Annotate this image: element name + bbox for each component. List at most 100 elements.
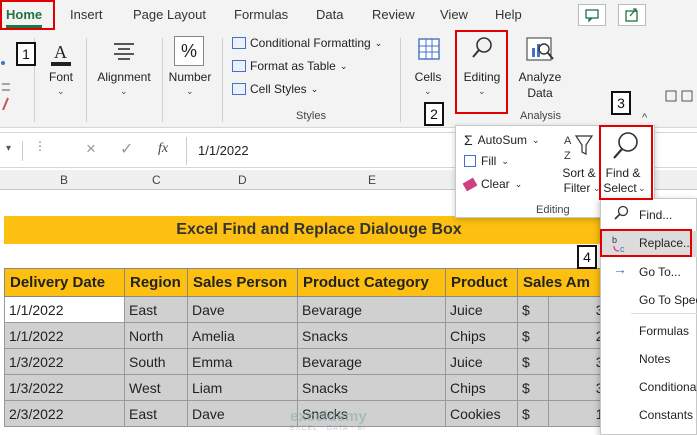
menu-item-go-to[interactable]: Go To... xyxy=(639,265,681,279)
cell-sales-person[interactable]: Amelia xyxy=(187,322,298,349)
enter-icon[interactable]: ✓ xyxy=(120,139,133,159)
tab-review[interactable]: Review xyxy=(372,7,415,22)
cell-region[interactable]: North xyxy=(124,322,188,349)
cell-sales-person[interactable]: Dave xyxy=(187,296,298,323)
cell-sales-person[interactable]: Dave xyxy=(187,400,298,427)
menu-item-constants[interactable]: Constants xyxy=(639,408,693,422)
cell-category[interactable]: Snacks xyxy=(297,322,446,349)
header-region[interactable]: Region xyxy=(124,268,188,297)
cell-product[interactable]: Juice xyxy=(445,348,518,375)
separator xyxy=(186,137,187,165)
table-row: 1/1/2022 North Amelia Snacks Chips $ 245… xyxy=(4,322,629,349)
cell-currency[interactable]: $ xyxy=(517,348,549,375)
cell-product[interactable]: Chips xyxy=(445,374,518,401)
exceldemy-watermark: exceldemy EXCEL · DATA · BI xyxy=(290,408,367,432)
sort-filter-line2[interactable]: Filter xyxy=(559,181,595,195)
menu-item-formulas[interactable]: Formulas xyxy=(639,324,689,338)
cell-product[interactable]: Chips xyxy=(445,322,518,349)
sort-filter-line1[interactable]: Sort & xyxy=(561,166,597,180)
menu-item-conditional-formatting[interactable]: Conditional xyxy=(639,380,697,394)
cell-region[interactable]: East xyxy=(124,400,188,427)
insert-function-icon[interactable]: fx xyxy=(158,141,168,157)
formula-input[interactable]: 1/1/2022 xyxy=(198,143,249,158)
tab-view[interactable]: View xyxy=(440,7,468,22)
step-badge-4: 4 xyxy=(577,245,597,269)
cell-currency[interactable]: $ xyxy=(517,400,549,427)
styles-group-label: Styles xyxy=(296,110,326,122)
font-button[interactable]: Font xyxy=(44,70,78,84)
header-product-category[interactable]: Product Category xyxy=(297,268,446,297)
format-as-table-button[interactable]: Format as Table ⌄ xyxy=(232,59,347,73)
cell-category[interactable]: Bevarage xyxy=(297,296,446,323)
name-box-dropdown-icon[interactable]: ▾ xyxy=(6,143,11,154)
cell-sales-person[interactable]: Emma xyxy=(187,348,298,375)
cancel-icon[interactable]: × xyxy=(86,139,96,159)
separator xyxy=(162,38,163,122)
cell-region[interactable]: East xyxy=(124,296,188,323)
cells-button[interactable]: Cells xyxy=(408,70,448,84)
number-button[interactable]: Number xyxy=(166,70,214,84)
cell-date[interactable]: 1/1/2022 xyxy=(4,322,125,349)
cell-sales-person[interactable]: Liam xyxy=(187,374,298,401)
header-delivery-date[interactable]: Delivery Date xyxy=(4,268,125,297)
cell-region[interactable]: West xyxy=(124,374,188,401)
comments-button[interactable] xyxy=(578,4,606,26)
cell-product[interactable]: Juice xyxy=(445,296,518,323)
cell-category[interactable]: Snacks xyxy=(297,374,446,401)
header-product[interactable]: Product xyxy=(445,268,518,297)
chevron-down-icon: ⌄ xyxy=(310,83,319,94)
more-icon: ⋮ xyxy=(34,139,46,153)
cell-date[interactable]: 1/3/2022 xyxy=(4,348,125,375)
chevron-down-icon: ⌄ xyxy=(374,37,383,48)
clipboard-icons[interactable] xyxy=(0,60,16,110)
analyze-data-icon xyxy=(526,37,554,61)
table-row: 1/1/2022 East Dave Bevarage Juice $ 356, xyxy=(4,296,629,323)
cell-currency[interactable]: $ xyxy=(517,296,549,323)
find-icon xyxy=(614,205,629,220)
font-icon: A xyxy=(51,42,71,66)
analyze-data-line1[interactable]: Analyze xyxy=(514,70,566,84)
tab-data[interactable]: Data xyxy=(316,7,343,22)
share-button[interactable] xyxy=(618,4,646,26)
cell-region[interactable]: South xyxy=(124,348,188,375)
cell-styles-label: Cell Styles xyxy=(250,82,307,96)
cell-styles-icon xyxy=(232,83,246,95)
collapse-ribbon-icon[interactable]: ^ xyxy=(642,112,647,124)
alignment-button[interactable]: Alignment xyxy=(92,70,156,84)
tab-help[interactable]: Help xyxy=(495,7,522,22)
conditional-formatting-button[interactable]: Conditional Formatting ⌄ xyxy=(232,36,382,50)
analyze-data-line2[interactable]: Data xyxy=(514,86,566,100)
svg-text:A: A xyxy=(564,135,572,147)
menu-item-notes[interactable]: Notes xyxy=(639,352,670,366)
conditional-formatting-icon xyxy=(232,37,246,49)
svg-text:Z: Z xyxy=(564,150,571,162)
cell-styles-button[interactable]: Cell Styles ⌄ xyxy=(232,82,318,96)
clear-button[interactable]: Clear ⌄ xyxy=(462,177,522,191)
column-header-b[interactable]: B xyxy=(60,173,68,187)
column-header-d[interactable]: D xyxy=(238,173,247,187)
tab-page-layout[interactable]: Page Layout xyxy=(133,7,206,22)
cell-date[interactable]: 1/3/2022 xyxy=(4,374,125,401)
menu-item-go-to-special[interactable]: Go To Spec xyxy=(639,293,697,307)
column-header-c[interactable]: C xyxy=(152,173,161,187)
menu-item-find[interactable]: Find... xyxy=(639,208,672,222)
fill-button[interactable]: Fill ⌄ xyxy=(464,154,509,168)
replace-item-highlight xyxy=(600,229,692,257)
home-tab-highlight xyxy=(0,0,55,30)
autosum-button[interactable]: Σ AutoSum ⌄ xyxy=(464,132,540,148)
tab-insert[interactable]: Insert xyxy=(70,7,103,22)
header-sales-person[interactable]: Sales Person xyxy=(187,268,298,297)
cell-date[interactable]: 1/1/2022 xyxy=(4,296,125,323)
cell-product[interactable]: Cookies xyxy=(445,400,518,427)
table-row: 1/3/2022 South Emma Bevarage Juice $ 328… xyxy=(4,348,629,375)
cell-date[interactable]: 2/3/2022 xyxy=(4,400,125,427)
find-select-highlight xyxy=(599,125,653,200)
cell-category[interactable]: Bevarage xyxy=(297,348,446,375)
tab-formulas[interactable]: Formulas xyxy=(234,7,288,22)
chevron-down-icon: ⌄ xyxy=(186,86,194,96)
chevron-down-icon: ⌄ xyxy=(424,86,432,96)
cell-currency[interactable]: $ xyxy=(517,322,549,349)
column-header-e[interactable]: E xyxy=(368,173,376,187)
cell-currency[interactable]: $ xyxy=(517,374,549,401)
watermark-tagline: EXCEL · DATA · BI xyxy=(290,425,366,432)
